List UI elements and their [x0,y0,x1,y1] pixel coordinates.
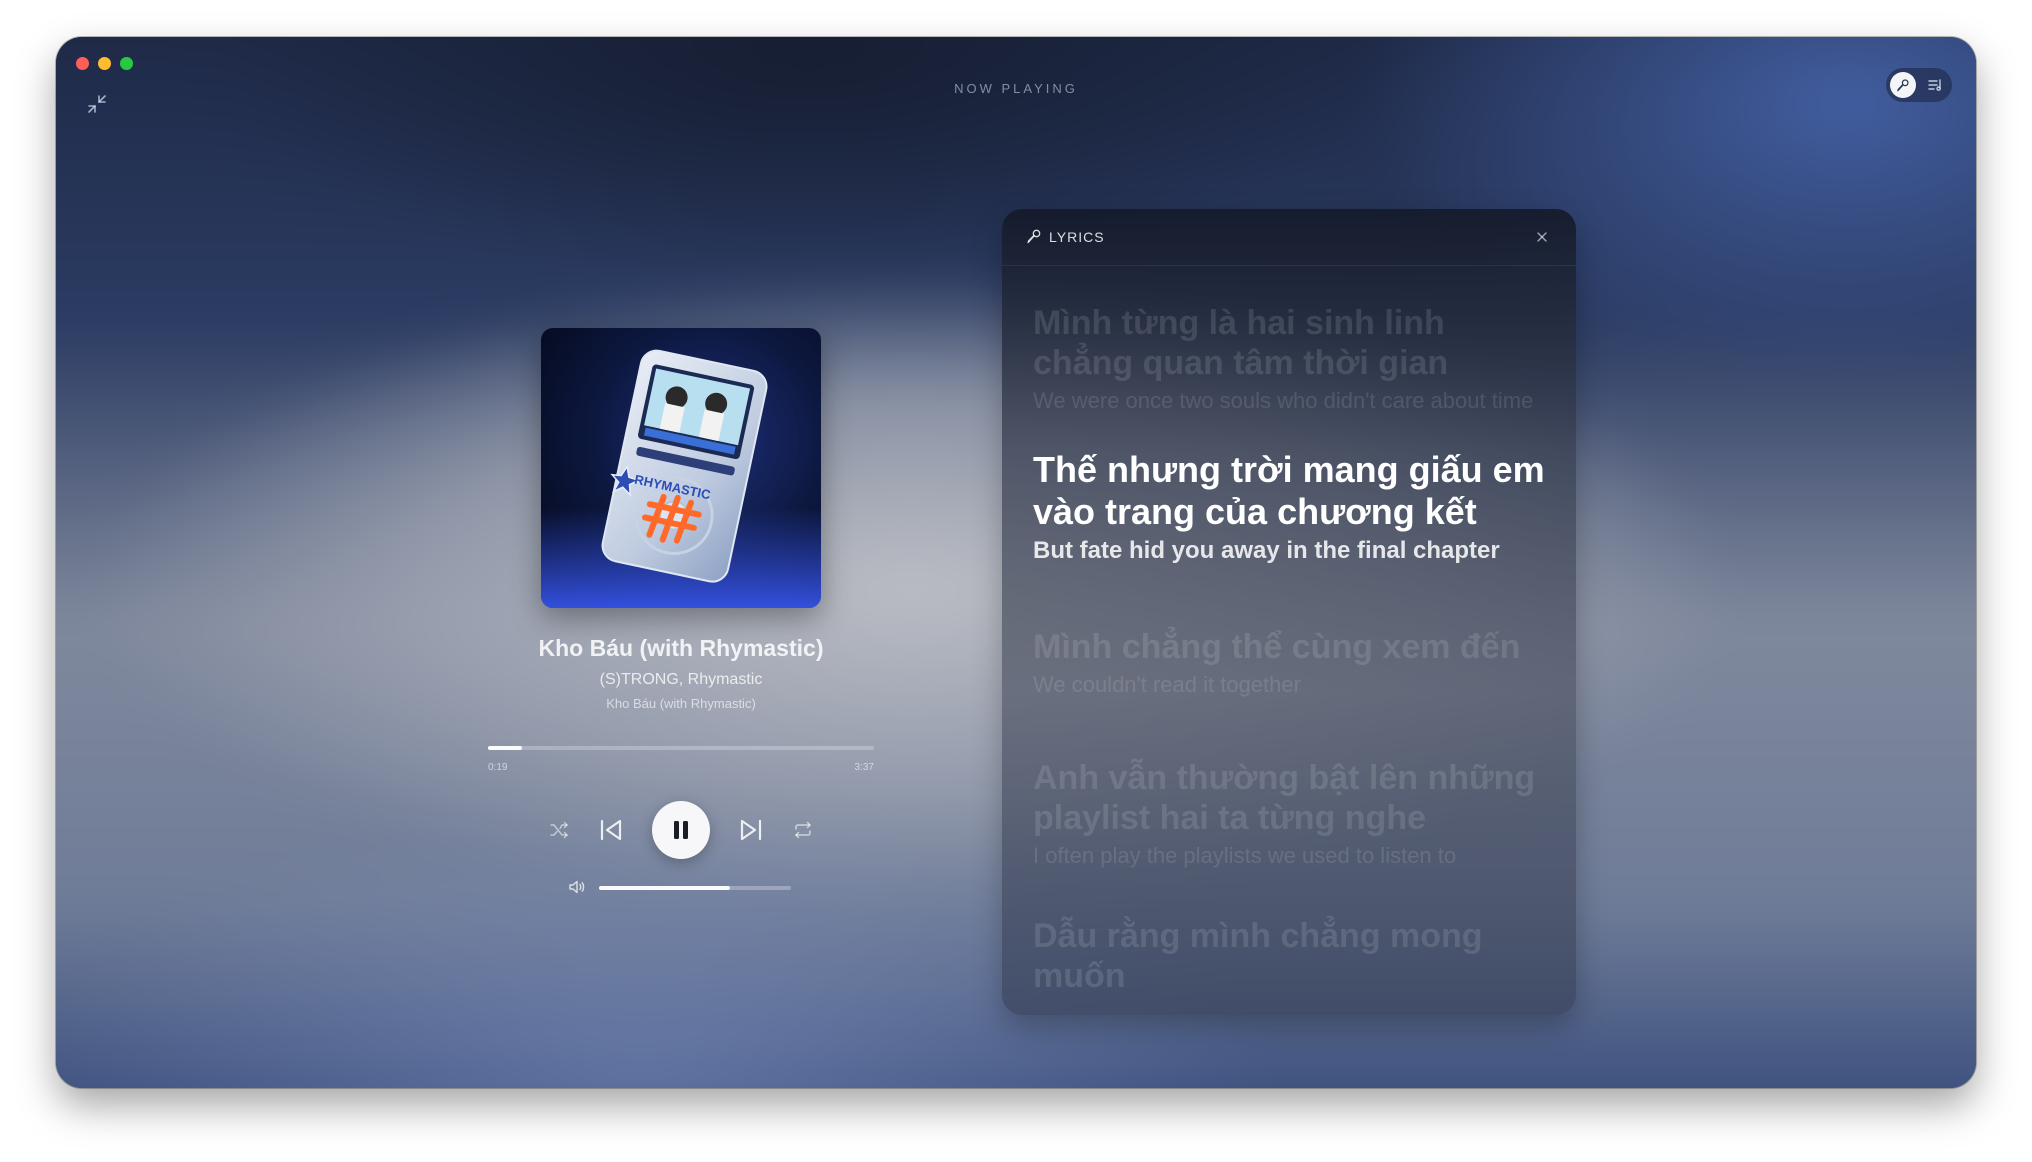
volume-slider[interactable] [599,886,791,890]
pause-button[interactable] [652,801,710,859]
speaker-icon[interactable] [568,878,586,896]
repeat-icon [795,821,811,839]
album-art: RHYMASTIC [541,328,821,608]
close-lyrics-button[interactable] [1534,229,1550,245]
pause-icon [674,821,688,839]
microphone-icon [1897,79,1909,92]
track-artist[interactable]: (S)TRONG, Rhymastic [481,671,881,689]
lyric-text: Thế nhưng trời mang giấu em vào trang củ… [1033,449,1545,532]
previous-track-button[interactable] [594,813,628,847]
lyric-text: Anh vẫn thường bật lên những playlist ha… [1033,759,1536,837]
list-music-icon [1928,79,1941,91]
lyric-line[interactable]: Mình chẳng thể cùng xem đến We couldn't … [1033,627,1553,700]
repeat-button[interactable] [788,815,818,845]
arrows-in-icon[interactable] [86,93,108,115]
lyric-text: Mình chẳng thể cùng xem đến [1033,628,1521,666]
next-track-button[interactable] [734,813,768,847]
microphone-icon [1026,228,1042,244]
shuffle-icon [550,821,568,839]
shuffle-button[interactable] [544,815,574,845]
lyrics-panel: LYRICS Mình từng là hai sinh linh chẳng … [1002,209,1576,1015]
track-title: Kho Báu (with Rhymastic) [538,635,824,661]
close-window-button[interactable] [76,57,89,70]
lyric-line[interactable]: Anh vẫn thường bật lên những playlist ha… [1033,758,1553,871]
progress-bar[interactable] [488,746,874,750]
skip-forward-icon [740,819,762,841]
lyrics-header: LYRICS [1002,209,1576,266]
track-album[interactable]: Kho Báu (with Rhymastic) [481,696,881,711]
total-time: 3:37 [854,762,874,773]
view-toggle-group [1886,68,1952,102]
skip-back-icon [600,819,622,841]
app-window: NOW PLAYING RHYMASTIC Kho Báu (with Rhym… [56,37,1976,1088]
lyric-translation: We couldn't read it together [1033,672,1301,697]
elapsed-time: 0:19 [488,762,508,773]
lyrics-title: LYRICS [1049,229,1105,245]
lyric-text: Mình từng là hai sinh linh chẳng quan tâ… [1033,304,1449,382]
maximize-window-button[interactable] [120,57,133,70]
lyric-line-active[interactable]: Thế nhưng trời mang giấu em vào trang củ… [1033,449,1553,566]
lyric-text: Dẫu rằng mình chẳng mong muốn [1033,917,1483,995]
minimize-window-button[interactable] [98,57,111,70]
lyric-line[interactable]: Mình từng là hai sinh linh chẳng quan tâ… [1033,303,1553,416]
lyric-translation: But fate hid you away in the final chapt… [1033,537,1500,564]
lyric-translation: I often play the playlists we used to li… [1033,843,1457,868]
lyric-line[interactable]: Dẫu rằng mình chẳng mong muốn [1033,916,1553,998]
page-title: NOW PLAYING [954,81,1078,96]
volume-fill [599,886,730,890]
close-icon [1537,232,1547,242]
lyrics-toggle-button[interactable] [1890,72,1916,98]
window-controls [76,57,133,70]
progress-fill [488,746,522,750]
lyric-translation: We were once two souls who didn't care a… [1033,388,1534,413]
queue-button[interactable] [1924,74,1946,96]
lyrics-list: Mình từng là hai sinh linh chẳng quan tâ… [1002,266,1576,1015]
